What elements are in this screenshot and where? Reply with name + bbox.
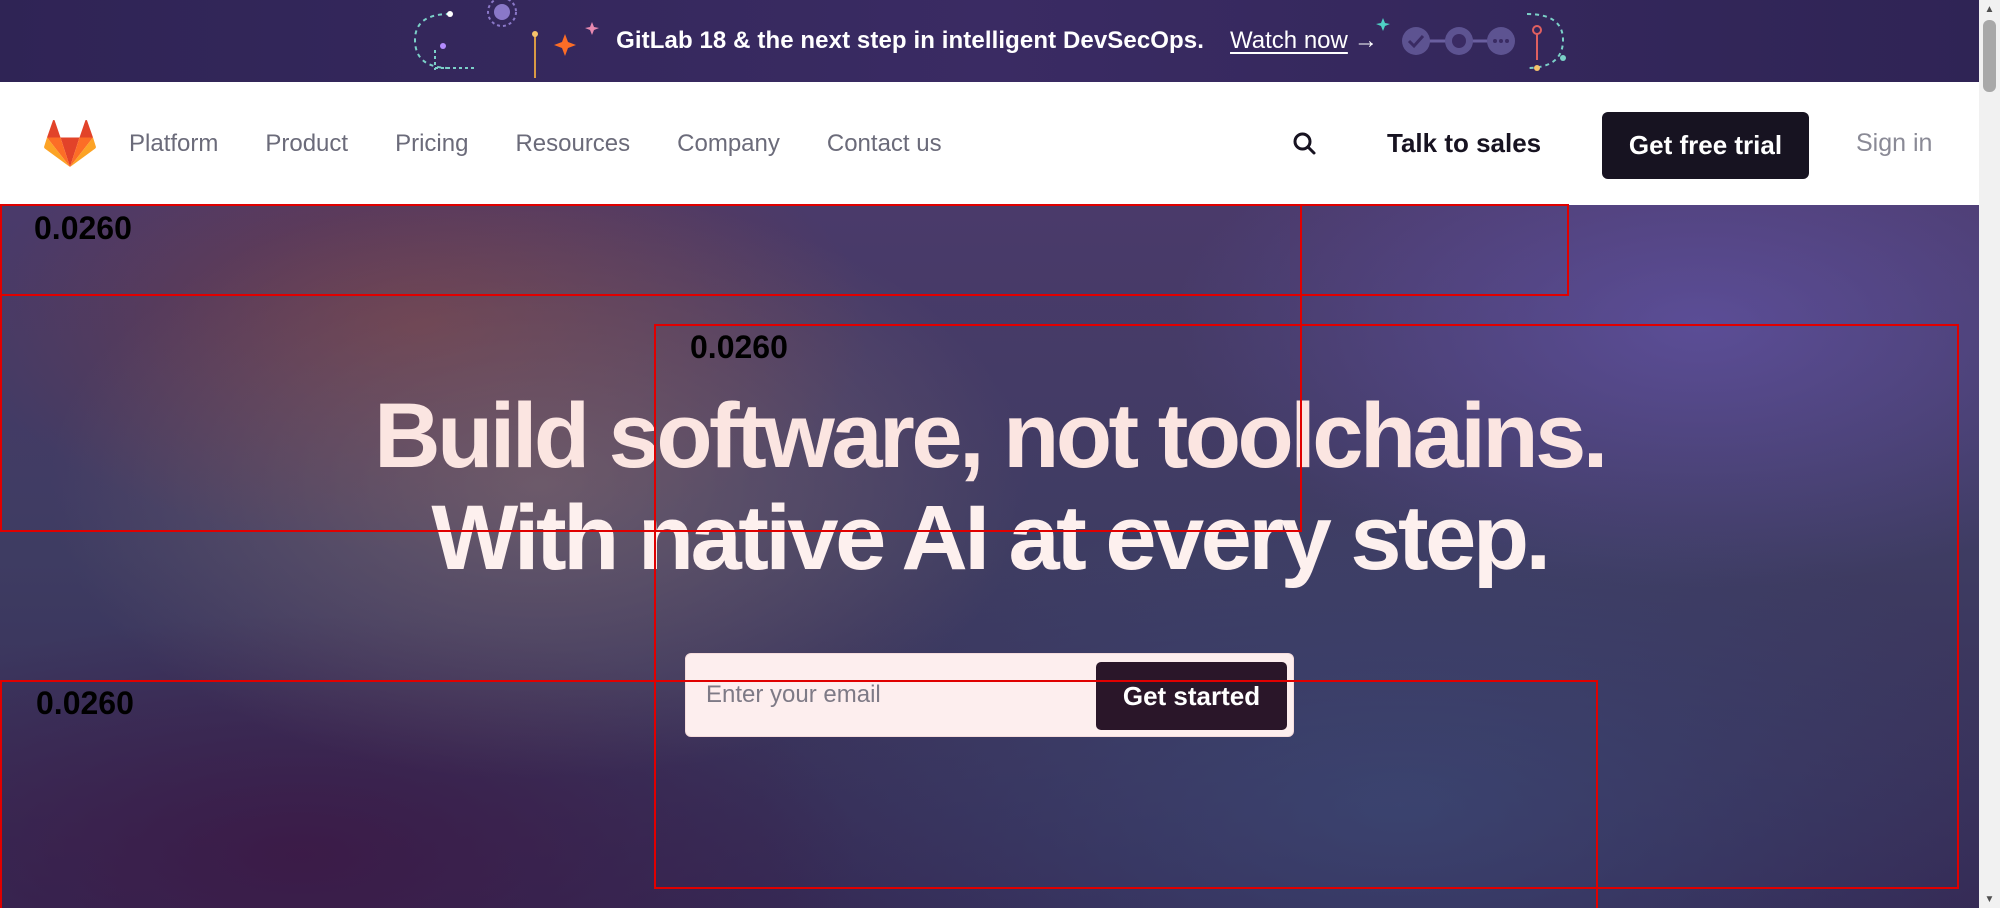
hero-title-line-2: With native AI at every step. [431, 487, 1551, 589]
hero-title: Build software, not toolchains. With nat… [0, 385, 1979, 589]
nav-link-pricing[interactable]: Pricing [395, 130, 468, 158]
scroll-up-icon[interactable]: ▲ [1979, 0, 2000, 18]
banner-text: GitLab 18 & the next step in intelligent… [616, 27, 1205, 54]
annotation-label-3: 0.0260 [36, 685, 134, 721]
nav-link-product[interactable]: Product [265, 130, 348, 158]
banner-decoration-right-icon [1376, 13, 1566, 71]
scrollbar-thumb[interactable] [1983, 20, 1996, 92]
watch-now-link[interactable]: Watch now [1230, 27, 1348, 55]
search-icon[interactable] [1290, 129, 1320, 159]
nav-link-company[interactable]: Company [677, 130, 780, 158]
email-input[interactable] [704, 672, 1074, 718]
annotation-label-2: 0.0260 [690, 329, 788, 365]
hero-section: Build software, not toolchains. With nat… [0, 205, 1979, 908]
nav-links: Platform Product Pricing Resources Compa… [129, 82, 989, 205]
hero-title-line-1: Build software, not toolchains. [374, 385, 1608, 487]
nav-link-resources[interactable]: Resources [515, 130, 630, 158]
page: GitLab 18 & the next step in intelligent… [0, 0, 2000, 908]
talk-to-sales-link[interactable]: Talk to sales [1387, 82, 1541, 205]
scroll-down-icon[interactable]: ▼ [1979, 890, 2000, 908]
get-free-trial-button[interactable]: Get free trial [1602, 112, 1809, 179]
sign-in-link[interactable]: Sign in [1856, 82, 1932, 205]
email-signup-form: Get started [685, 653, 1294, 737]
main-navigation: Platform Product Pricing Resources Compa… [0, 82, 1979, 205]
banner-decoration-left-icon [413, 0, 599, 78]
nav-link-contact-us[interactable]: Contact us [827, 130, 942, 158]
annotation-label-1: 0.0260 [34, 210, 132, 246]
page-scrollbar[interactable]: ▲ ▼ [1979, 0, 2000, 908]
gitlab-tanuki-icon[interactable] [44, 120, 96, 168]
get-started-button[interactable]: Get started [1096, 662, 1287, 730]
nav-link-platform[interactable]: Platform [129, 130, 218, 158]
announcement-banner: GitLab 18 & the next step in intelligent… [0, 0, 1979, 82]
